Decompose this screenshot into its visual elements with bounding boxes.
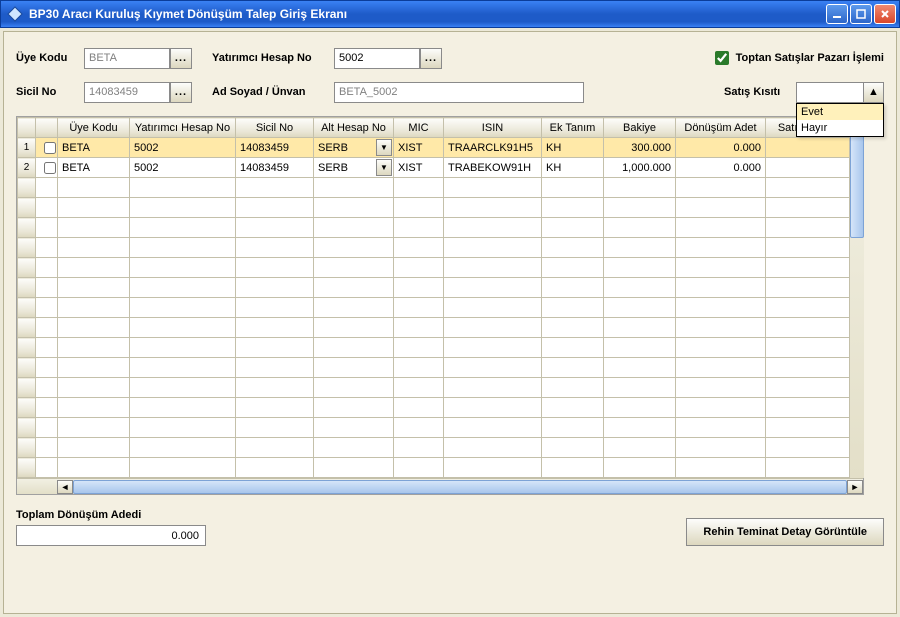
satis-kisiti-option-hayir[interactable]: Hayır (797, 120, 883, 136)
row-select-checkbox[interactable] (44, 162, 56, 174)
cell-yatirimci-hesap-no[interactable]: 5002 (130, 158, 236, 178)
window-minimize-button[interactable] (826, 4, 848, 24)
cell-yatirimci-hesap-no[interactable]: 5002 (130, 138, 236, 158)
cell-mic[interactable]: XIST (394, 138, 444, 158)
cell-sicil-no[interactable]: 14083459 (236, 138, 314, 158)
cell-sicil-no[interactable]: 14083459 (236, 158, 314, 178)
satis-kisiti-label: Satış Kısıtı (724, 86, 796, 98)
alt-hesap-dropdown-button[interactable]: ▼ (376, 139, 392, 156)
grid-header-select[interactable] (36, 118, 58, 138)
cell-alt-hesap-no-text: SERB (318, 162, 348, 174)
cell-alt-hesap-no[interactable]: SERB ▼ (314, 138, 394, 158)
scroll-right-button[interactable]: ► (847, 480, 863, 494)
grid-header-bakiye[interactable]: Bakiye (604, 118, 676, 138)
grid-horizontal-scrollbar[interactable]: ◄ ► (17, 478, 863, 494)
cell-uye-kodu[interactable]: BETA (58, 138, 130, 158)
scrollbar-thumb[interactable] (73, 480, 847, 494)
uye-kodu-field[interactable] (84, 48, 170, 69)
cell-alt-hesap-no-text: SERB (318, 142, 348, 154)
satis-kisiti-input[interactable] (796, 82, 864, 103)
cell-donusum-adet[interactable]: 0.000 (676, 158, 766, 178)
chevron-down-icon: ▼ (380, 163, 388, 172)
chevron-down-icon: ▼ (380, 143, 388, 152)
ad-soyad-field[interactable] (334, 82, 584, 103)
grid-header-ek-tanim[interactable]: Ek Tanım (542, 118, 604, 138)
cell-mic[interactable]: XIST (394, 158, 444, 178)
window-close-button[interactable] (874, 4, 896, 24)
sicil-no-lookup-button[interactable]: ... (170, 82, 192, 103)
grid-header-alt-hesap-no[interactable]: Alt Hesap No (314, 118, 394, 138)
row-select-checkbox[interactable] (44, 142, 56, 154)
satis-kisiti-option-evet[interactable]: Evet (797, 104, 883, 120)
cell-satis-suresi[interactable] (766, 138, 850, 158)
rehin-teminat-detay-button[interactable]: Rehin Teminat Detay Görüntüle (686, 518, 884, 546)
cell-isin[interactable]: TRABEKOW91H (444, 158, 542, 178)
window-title: BP30 Aracı Kuruluş Kıymet Dönüşüm Talep … (29, 7, 826, 21)
total-label: Toplam Dönüşüm Adedi (16, 509, 206, 521)
grid-vertical-scrollbar[interactable] (849, 117, 864, 478)
grid-header-sicil-no[interactable]: Sicil No (236, 118, 314, 138)
cell-donusum-adet[interactable]: 0.000 (676, 138, 766, 158)
total-field (16, 525, 206, 546)
cell-uye-kodu[interactable]: BETA (58, 158, 130, 178)
cell-bakiye[interactable]: 1,000.000 (604, 158, 676, 178)
cell-satis-suresi[interactable] (766, 158, 850, 178)
yatirimci-hesap-lookup-button[interactable]: ... (420, 48, 442, 69)
client-area: Üye Kodu ... Yatırımcı Hesap No ... Topt… (0, 28, 900, 617)
toptan-satis-checkbox[interactable] (715, 51, 729, 65)
window-titlebar: BP30 Aracı Kuruluş Kıymet Dönüşüm Talep … (0, 0, 900, 28)
yatirimci-hesap-label: Yatırımcı Hesap No (212, 52, 334, 64)
uye-kodu-lookup-button[interactable]: ... (170, 48, 192, 69)
grid-header-uye-kodu[interactable]: Üye Kodu (58, 118, 130, 138)
triangle-up-icon: ▲ (868, 86, 879, 98)
window-maximize-button[interactable] (850, 4, 872, 24)
satis-kisiti-dropdown-button[interactable]: ▲ (864, 82, 884, 103)
toptan-satis-label: Toptan Satışlar Pazarı İşlemi (736, 52, 884, 64)
cell-ek-tanim[interactable]: KH (542, 138, 604, 158)
grid-header-yatirimci-hesap-no[interactable]: Yatırımcı Hesap No (130, 118, 236, 138)
alt-hesap-dropdown-button[interactable]: ▼ (376, 159, 392, 176)
data-grid[interactable]: Üye Kodu Yatırımcı Hesap No Sicil No Alt… (16, 116, 864, 495)
satis-kisiti-combo[interactable]: ▲ Evet Hayır (796, 82, 884, 103)
main-panel: Üye Kodu ... Yatırımcı Hesap No ... Topt… (3, 31, 897, 614)
cell-bakiye[interactable]: 300.000 (604, 138, 676, 158)
yatirimci-hesap-field[interactable] (334, 48, 420, 69)
grid-header-donusum-adet[interactable]: Dönüşüm Adet (676, 118, 766, 138)
scroll-left-button[interactable]: ◄ (57, 480, 73, 494)
row-number: 2 (18, 158, 36, 178)
grid-header-isin[interactable]: ISIN (444, 118, 542, 138)
sicil-no-label: Sicil No (16, 86, 84, 98)
cell-alt-hesap-no[interactable]: SERB ▼ (314, 158, 394, 178)
grid-header-mic[interactable]: MIC (394, 118, 444, 138)
uye-kodu-label: Üye Kodu (16, 52, 84, 64)
table-row[interactable]: 2 BETA 5002 14083459 SERB ▼ XIST (18, 158, 850, 178)
table-row[interactable]: 1 BETA 5002 14083459 SERB ▼ XIST (18, 138, 850, 158)
sicil-no-field[interactable] (84, 82, 170, 103)
row-number: 1 (18, 138, 36, 158)
cell-ek-tanim[interactable]: KH (542, 158, 604, 178)
app-icon (7, 6, 23, 22)
satis-kisiti-dropdown[interactable]: Evet Hayır (796, 103, 884, 137)
ad-soyad-label: Ad Soyad / Ünvan (212, 86, 334, 98)
grid-corner (18, 118, 36, 138)
cell-isin[interactable]: TRAARCLK91H5 (444, 138, 542, 158)
